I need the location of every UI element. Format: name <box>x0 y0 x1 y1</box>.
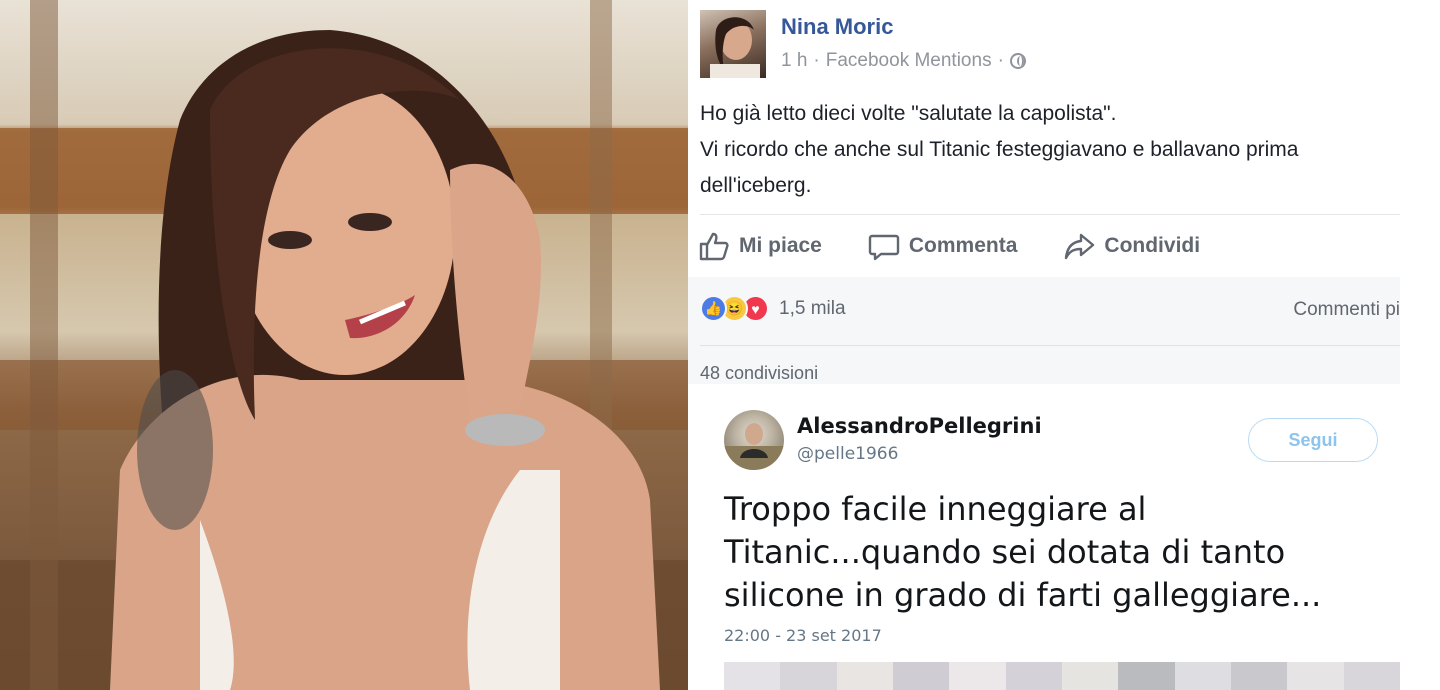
comment-label: Commenta <box>908 234 1018 257</box>
post-text: Ho già letto dieci volte "salutate la ca… <box>700 96 1400 204</box>
post-meta: 1 h · Facebook Mentions · <box>781 50 1026 72</box>
tweet-card: AlessandroPellegrini @pelle1966 Segui Tr… <box>700 384 1400 690</box>
comment-icon <box>868 234 900 261</box>
avatar-image <box>710 17 760 78</box>
reactions-count[interactable]: 1,5 mila <box>779 298 846 320</box>
facebook-post: Nina Moric 1 h · Facebook Mentions · Ho … <box>688 0 1440 384</box>
author-avatar[interactable] <box>700 10 766 78</box>
post-actions: Mi piace Commenta Condividi <box>698 226 1246 266</box>
post-stats: 👍 😆 ♥ 1,5 mila Commenti pi 48 condivisio… <box>688 277 1400 384</box>
comments-link[interactable]: Commenti pi <box>1293 299 1400 321</box>
globe-icon <box>1009 53 1026 69</box>
like-reaction-icon: 👍 <box>700 295 727 322</box>
tweet-author-handle[interactable]: @pelle1966 <box>797 444 898 464</box>
portrait-photo <box>0 0 688 690</box>
tweet-avatar-image <box>724 423 784 470</box>
like-button[interactable]: Mi piace <box>698 226 822 266</box>
meta-separator: · <box>997 50 1004 71</box>
portrait-illustration <box>0 0 688 690</box>
share-label: Condividi <box>1104 234 1201 257</box>
tweet-text: Troppo facile inneggiare al Titanic...qu… <box>724 490 1322 614</box>
shares-count[interactable]: 48 condivisioni <box>700 363 818 384</box>
tweet-author-name[interactable]: AlessandroPellegrini <box>797 414 1042 438</box>
follow-button[interactable]: Segui <box>1248 418 1378 462</box>
like-icon <box>699 232 729 261</box>
post-source: Facebook Mentions <box>825 50 992 71</box>
post-text-line: Vi ricordo che anche sul Titanic festegg… <box>700 138 1299 197</box>
share-button[interactable]: Condividi <box>1063 226 1200 266</box>
post-text-line: Ho già letto dieci volte "salutate la ca… <box>700 102 1117 125</box>
share-icon <box>1065 233 1095 260</box>
post-time[interactable]: 1 h <box>781 50 807 72</box>
divider <box>700 214 1400 215</box>
author-name[interactable]: Nina Moric <box>781 14 893 40</box>
meta-separator: · <box>813 50 820 71</box>
comment-button[interactable]: Commenta <box>868 226 1018 266</box>
tweet-timestamp[interactable]: 22:00 - 23 set 2017 <box>724 626 882 645</box>
blurred-footer <box>724 662 1400 690</box>
reactions-summary[interactable]: 👍 😆 ♥ 1,5 mila <box>700 295 846 322</box>
tweet-avatar[interactable] <box>724 410 784 470</box>
like-label: Mi piace <box>739 234 822 257</box>
divider <box>700 345 1400 346</box>
